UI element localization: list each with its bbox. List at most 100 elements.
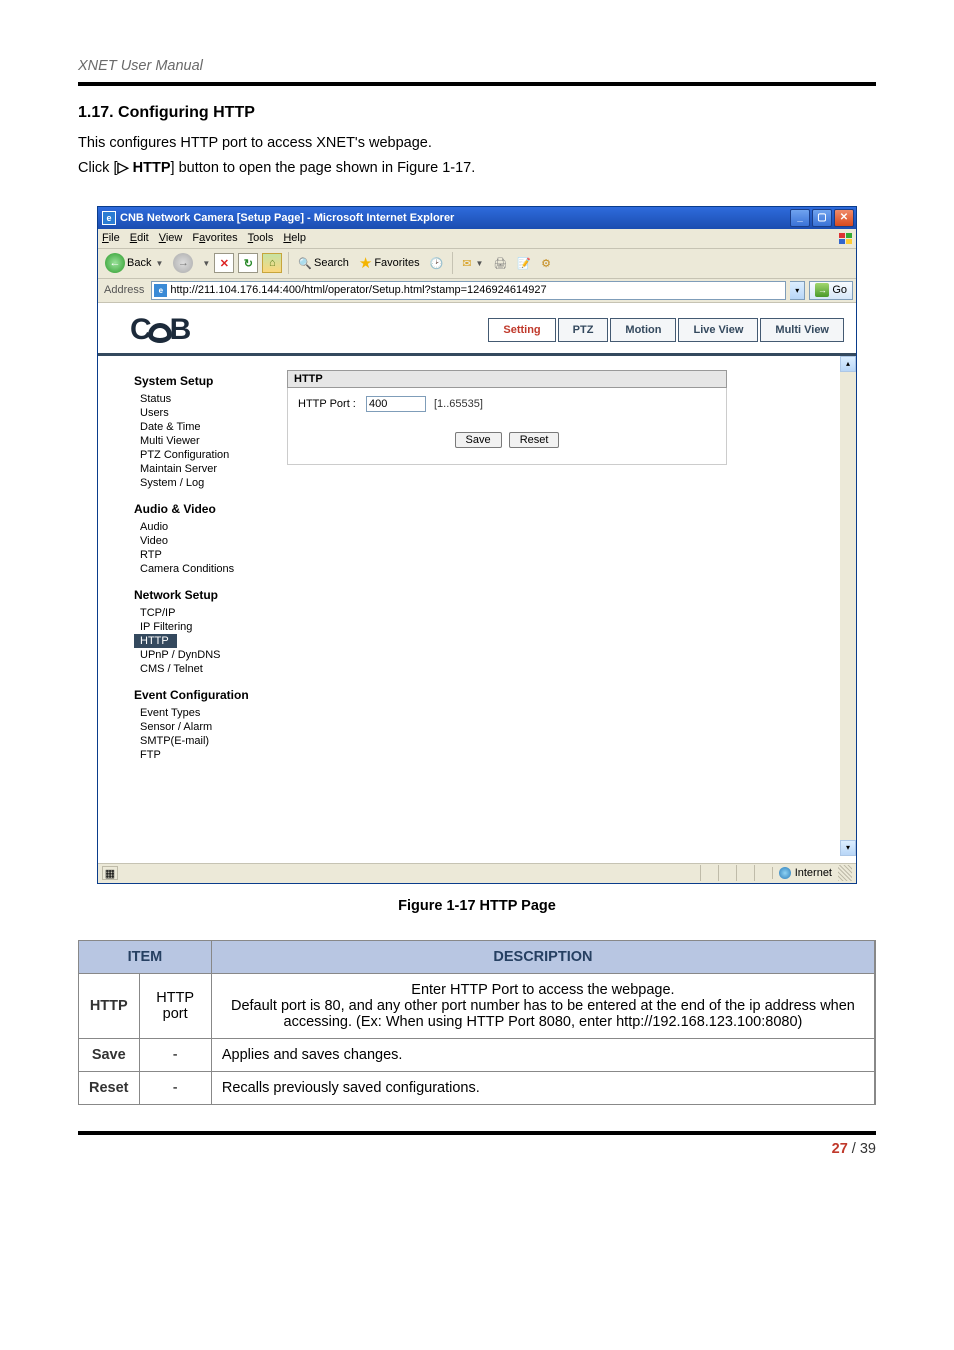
sidebar-item-ptzconfig[interactable]: PTZ Configuration <box>134 448 275 462</box>
favorites-button[interactable]: ★Favorites <box>356 252 423 274</box>
page-content: CB Setting PTZ Motion Live View Multi Vi… <box>98 303 856 863</box>
page-icon: e <box>154 284 167 297</box>
print-button[interactable]: 🖨 <box>490 255 510 272</box>
page-number: 27 / 39 <box>78 1141 876 1157</box>
table-cell-item: Save <box>79 1038 140 1071</box>
close-button[interactable]: ✕ <box>834 209 854 227</box>
stop-button[interactable]: ✕ <box>214 253 234 273</box>
statusbar-cell <box>754 865 772 881</box>
address-bar: Address e http://211.104.176.144:400/htm… <box>98 279 856 303</box>
sidebar-item-status[interactable]: Status <box>134 392 275 406</box>
home-button[interactable]: ⌂ <box>262 253 282 273</box>
section-title: 1.17. Configuring HTTP <box>78 104 876 122</box>
statusbar-page-icon: ▦ <box>102 866 118 880</box>
menu-view[interactable]: View <box>159 232 183 244</box>
sidebar-item-maintain[interactable]: Maintain Server <box>134 462 275 476</box>
sidebar-item-ftp[interactable]: FTP <box>134 748 275 762</box>
discuss-button[interactable]: ⚙ <box>538 255 554 272</box>
address-label: Address <box>101 284 147 296</box>
resize-grip[interactable] <box>838 865 852 881</box>
sidebar-item-eventtypes[interactable]: Event Types <box>134 706 275 720</box>
sidebar-item-systemlog[interactable]: System / Log <box>134 476 275 490</box>
reset-button[interactable]: Reset <box>509 432 560 448</box>
menu-favorites[interactable]: Favorites <box>192 232 237 244</box>
http-port-hint: [1..65535] <box>434 398 483 410</box>
sidebar-item-video[interactable]: Video <box>134 534 275 548</box>
sidebar-item-upnp[interactable]: UPnP / DynDNS <box>134 648 275 662</box>
table-cell-sub: HTTP port <box>139 973 211 1038</box>
intro-line-1: This configures HTTP port to access XNET… <box>78 132 876 154</box>
window-title: CNB Network Camera [Setup Page] - Micros… <box>120 212 790 224</box>
table-cell-item: Reset <box>79 1071 140 1104</box>
refresh-button[interactable]: ↻ <box>238 253 258 273</box>
save-button[interactable]: Save <box>455 432 502 448</box>
sidebar-item-audio[interactable]: Audio <box>134 520 275 534</box>
http-port-input[interactable] <box>366 396 426 412</box>
history-button[interactable]: 🕑 <box>427 255 447 272</box>
edit-button[interactable]: 📝 <box>514 255 534 272</box>
intro-line-2: Click [▷ HTTP] button to open the page s… <box>78 157 876 179</box>
fwd-caret: ▼ <box>202 259 210 268</box>
statusbar: ▦ Internet <box>98 863 856 883</box>
menu-tools[interactable]: Tools <box>248 232 274 244</box>
tab-liveview[interactable]: Live View <box>678 318 758 342</box>
forward-button[interactable]: → <box>170 251 196 275</box>
maximize-button[interactable]: ▢ <box>812 209 832 227</box>
http-port-label: HTTP Port : <box>298 398 358 410</box>
statusbar-cell <box>718 865 736 881</box>
sidebar-item-tcpip[interactable]: TCP/IP <box>134 606 275 620</box>
table-cell-item: HTTP <box>79 973 140 1038</box>
sidebar-item-multiviewer[interactable]: Multi Viewer <box>134 434 275 448</box>
titlebar: e CNB Network Camera [Setup Page] - Micr… <box>98 207 856 229</box>
header-rule <box>78 82 876 86</box>
intro-post: ] button to open the page shown in Figur… <box>171 160 476 176</box>
browser-window: e CNB Network Camera [Setup Page] - Micr… <box>97 206 857 884</box>
sidebar-item-camcond[interactable]: Camera Conditions <box>134 562 275 576</box>
scrollbar[interactable]: ▴ ▾ <box>840 356 856 856</box>
tab-motion[interactable]: Motion <box>610 318 676 342</box>
sidebar-item-ipfilter[interactable]: IP Filtering <box>134 620 275 634</box>
globe-icon <box>779 867 791 879</box>
sidebar-item-smtp[interactable]: SMTP(E-mail) <box>134 734 275 748</box>
sidebar: System Setup Status Users Date & Time Mu… <box>98 356 283 856</box>
address-input[interactable]: e http://211.104.176.144:400/html/operat… <box>151 281 786 300</box>
sidebar-item-datetime[interactable]: Date & Time <box>134 420 275 434</box>
sidebar-item-users[interactable]: Users <box>134 406 275 420</box>
footer-rule <box>78 1131 876 1135</box>
menu-edit[interactable]: Edit <box>130 232 149 244</box>
figure-caption: Figure 1-17 HTTP Page <box>78 898 876 914</box>
tab-setting[interactable]: Setting <box>488 318 555 342</box>
sidebar-item-rtp[interactable]: RTP <box>134 548 275 562</box>
statusbar-cell <box>700 865 718 881</box>
intro-pre: Click [ <box>78 160 117 176</box>
menu-help[interactable]: Help <box>283 232 306 244</box>
tab-ptz[interactable]: PTZ <box>558 318 609 342</box>
menu-file[interactable]: File <box>102 232 120 244</box>
address-dropdown[interactable]: ▾ <box>790 281 805 300</box>
search-button[interactable]: 🔍Search <box>295 255 352 272</box>
address-url: http://211.104.176.144:400/html/operator… <box>170 284 546 296</box>
minimize-button[interactable]: _ <box>790 209 810 227</box>
cnb-logo: CB <box>130 313 189 347</box>
sidebar-group-network: Network Setup <box>134 588 275 602</box>
sidebar-item-cms[interactable]: CMS / Telnet <box>134 662 275 676</box>
zone-text: Internet <box>795 867 832 879</box>
mail-button[interactable]: ✉▼ <box>459 255 486 272</box>
th-item: ITEM <box>79 940 212 973</box>
sidebar-group-system: System Setup <box>134 374 275 388</box>
toolbar-sep-1 <box>288 252 289 274</box>
sidebar-item-http[interactable]: HTTP <box>134 634 177 648</box>
back-button[interactable]: ←Back▼ <box>102 251 166 275</box>
table-cell-sub: - <box>139 1071 211 1104</box>
sidebar-group-av: Audio & Video <box>134 502 275 516</box>
tab-multiview[interactable]: Multi View <box>760 318 844 342</box>
sidebar-item-sensor[interactable]: Sensor / Alarm <box>134 720 275 734</box>
scroll-up-icon[interactable]: ▴ <box>840 356 856 372</box>
description-table: ITEM DESCRIPTION HTTPHTTP portEnter HTTP… <box>78 940 876 1105</box>
go-button[interactable]: →Go <box>809 281 853 300</box>
toolbar: ←Back▼ → ▼ ✕ ↻ ⌂ 🔍Search ★Favorites 🕑 ✉▼… <box>98 249 856 279</box>
table-cell-desc: Recalls previously saved configurations. <box>211 1071 875 1104</box>
scroll-down-icon[interactable]: ▾ <box>840 840 856 856</box>
windows-flag-icon <box>838 231 854 247</box>
intro-button-ref: ▷ HTTP <box>117 160 170 176</box>
